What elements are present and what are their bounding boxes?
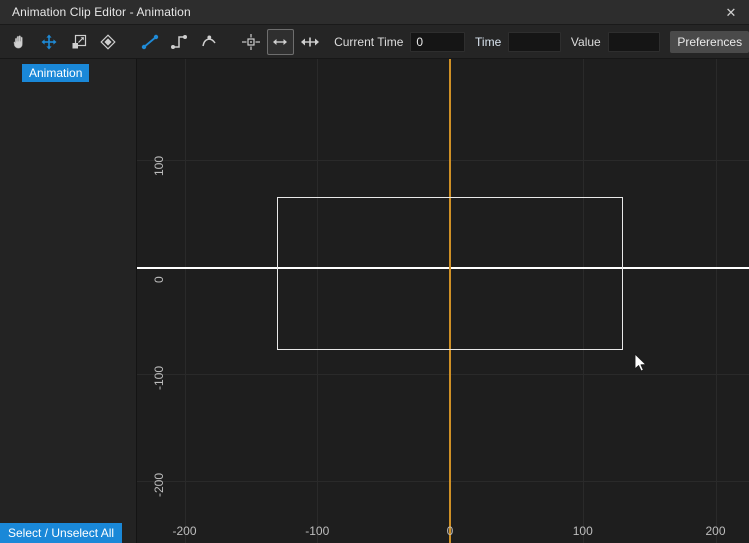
title-bar: Animation Clip Editor - Animation ✕ (0, 0, 749, 25)
gridline-horizontal (137, 374, 749, 375)
current-time-input[interactable]: 0 (410, 32, 465, 52)
channel-list-panel: Animation Select / Unselect All (0, 59, 137, 543)
frame-horizontal-tool-button[interactable] (267, 29, 294, 55)
move-tool-button[interactable] (36, 29, 63, 55)
x-axis-tick-label: -100 (305, 524, 329, 538)
boxed-h-arrows-icon (270, 35, 290, 49)
h-arrows-bar-icon (299, 35, 321, 49)
pan-hand-tool-button[interactable] (7, 29, 34, 55)
toolbar-spacer-0 (0, 41, 6, 42)
y-axis-tick-label: 0 (152, 276, 166, 283)
fit-width-tool-button[interactable] (296, 29, 323, 55)
current-time-label: Current Time (334, 35, 403, 49)
x-axis-tick-label: 0 (447, 524, 454, 538)
step-tangent-tool-button[interactable] (166, 29, 193, 55)
frame-selection-tool-button[interactable] (238, 29, 265, 55)
animation-clip-editor-window: Animation Clip Editor - Animation ✕ (0, 0, 749, 543)
select-unselect-all-button[interactable]: Select / Unselect All (0, 523, 122, 543)
scale-box-icon (70, 33, 88, 51)
toolbar-spacer-2 (223, 41, 237, 42)
scale-tool-button[interactable] (65, 29, 92, 55)
close-icon[interactable]: ✕ (713, 0, 749, 25)
sidebar-item-animation[interactable]: Animation (22, 64, 89, 82)
linear-line-icon (140, 33, 160, 51)
linear-tangent-tool-button[interactable] (137, 29, 164, 55)
preferences-button[interactable]: Preferences (670, 31, 749, 53)
gridline-vertical (716, 59, 717, 543)
hand-icon (11, 33, 29, 51)
gridline-horizontal (137, 481, 749, 482)
value-label: Value (571, 35, 601, 49)
y-axis-tick-label: 100 (152, 156, 166, 176)
x-axis-tick-label: 100 (573, 524, 593, 538)
smooth-curve-icon (199, 33, 219, 51)
x-axis-tick-label: 200 (705, 524, 725, 538)
curve-graph-area[interactable] (137, 59, 749, 543)
x-axis-tick-label: -200 (172, 524, 196, 538)
smooth-tangent-tool-button[interactable] (195, 29, 222, 55)
y-axis-tick-label: -200 (152, 473, 166, 497)
toolbar: Current Time 0 Time Value Preferences (0, 25, 749, 59)
animation-curve[interactable] (277, 197, 622, 350)
gridline-vertical (185, 59, 186, 543)
toolbar-spacer-1 (122, 41, 136, 42)
diamond-keyframe-icon (99, 33, 117, 51)
gridline-horizontal (137, 160, 749, 161)
time-label: Time (475, 35, 501, 49)
window-title: Animation Clip Editor - Animation (12, 5, 191, 19)
time-input[interactable] (508, 32, 561, 52)
move-arrows-icon (40, 33, 58, 51)
y-axis-tick-label: -100 (152, 366, 166, 390)
crosshair-frame-icon (240, 33, 262, 51)
keyframe-tool-button[interactable] (94, 29, 121, 55)
value-input[interactable] (608, 32, 661, 52)
step-curve-icon (169, 33, 189, 51)
